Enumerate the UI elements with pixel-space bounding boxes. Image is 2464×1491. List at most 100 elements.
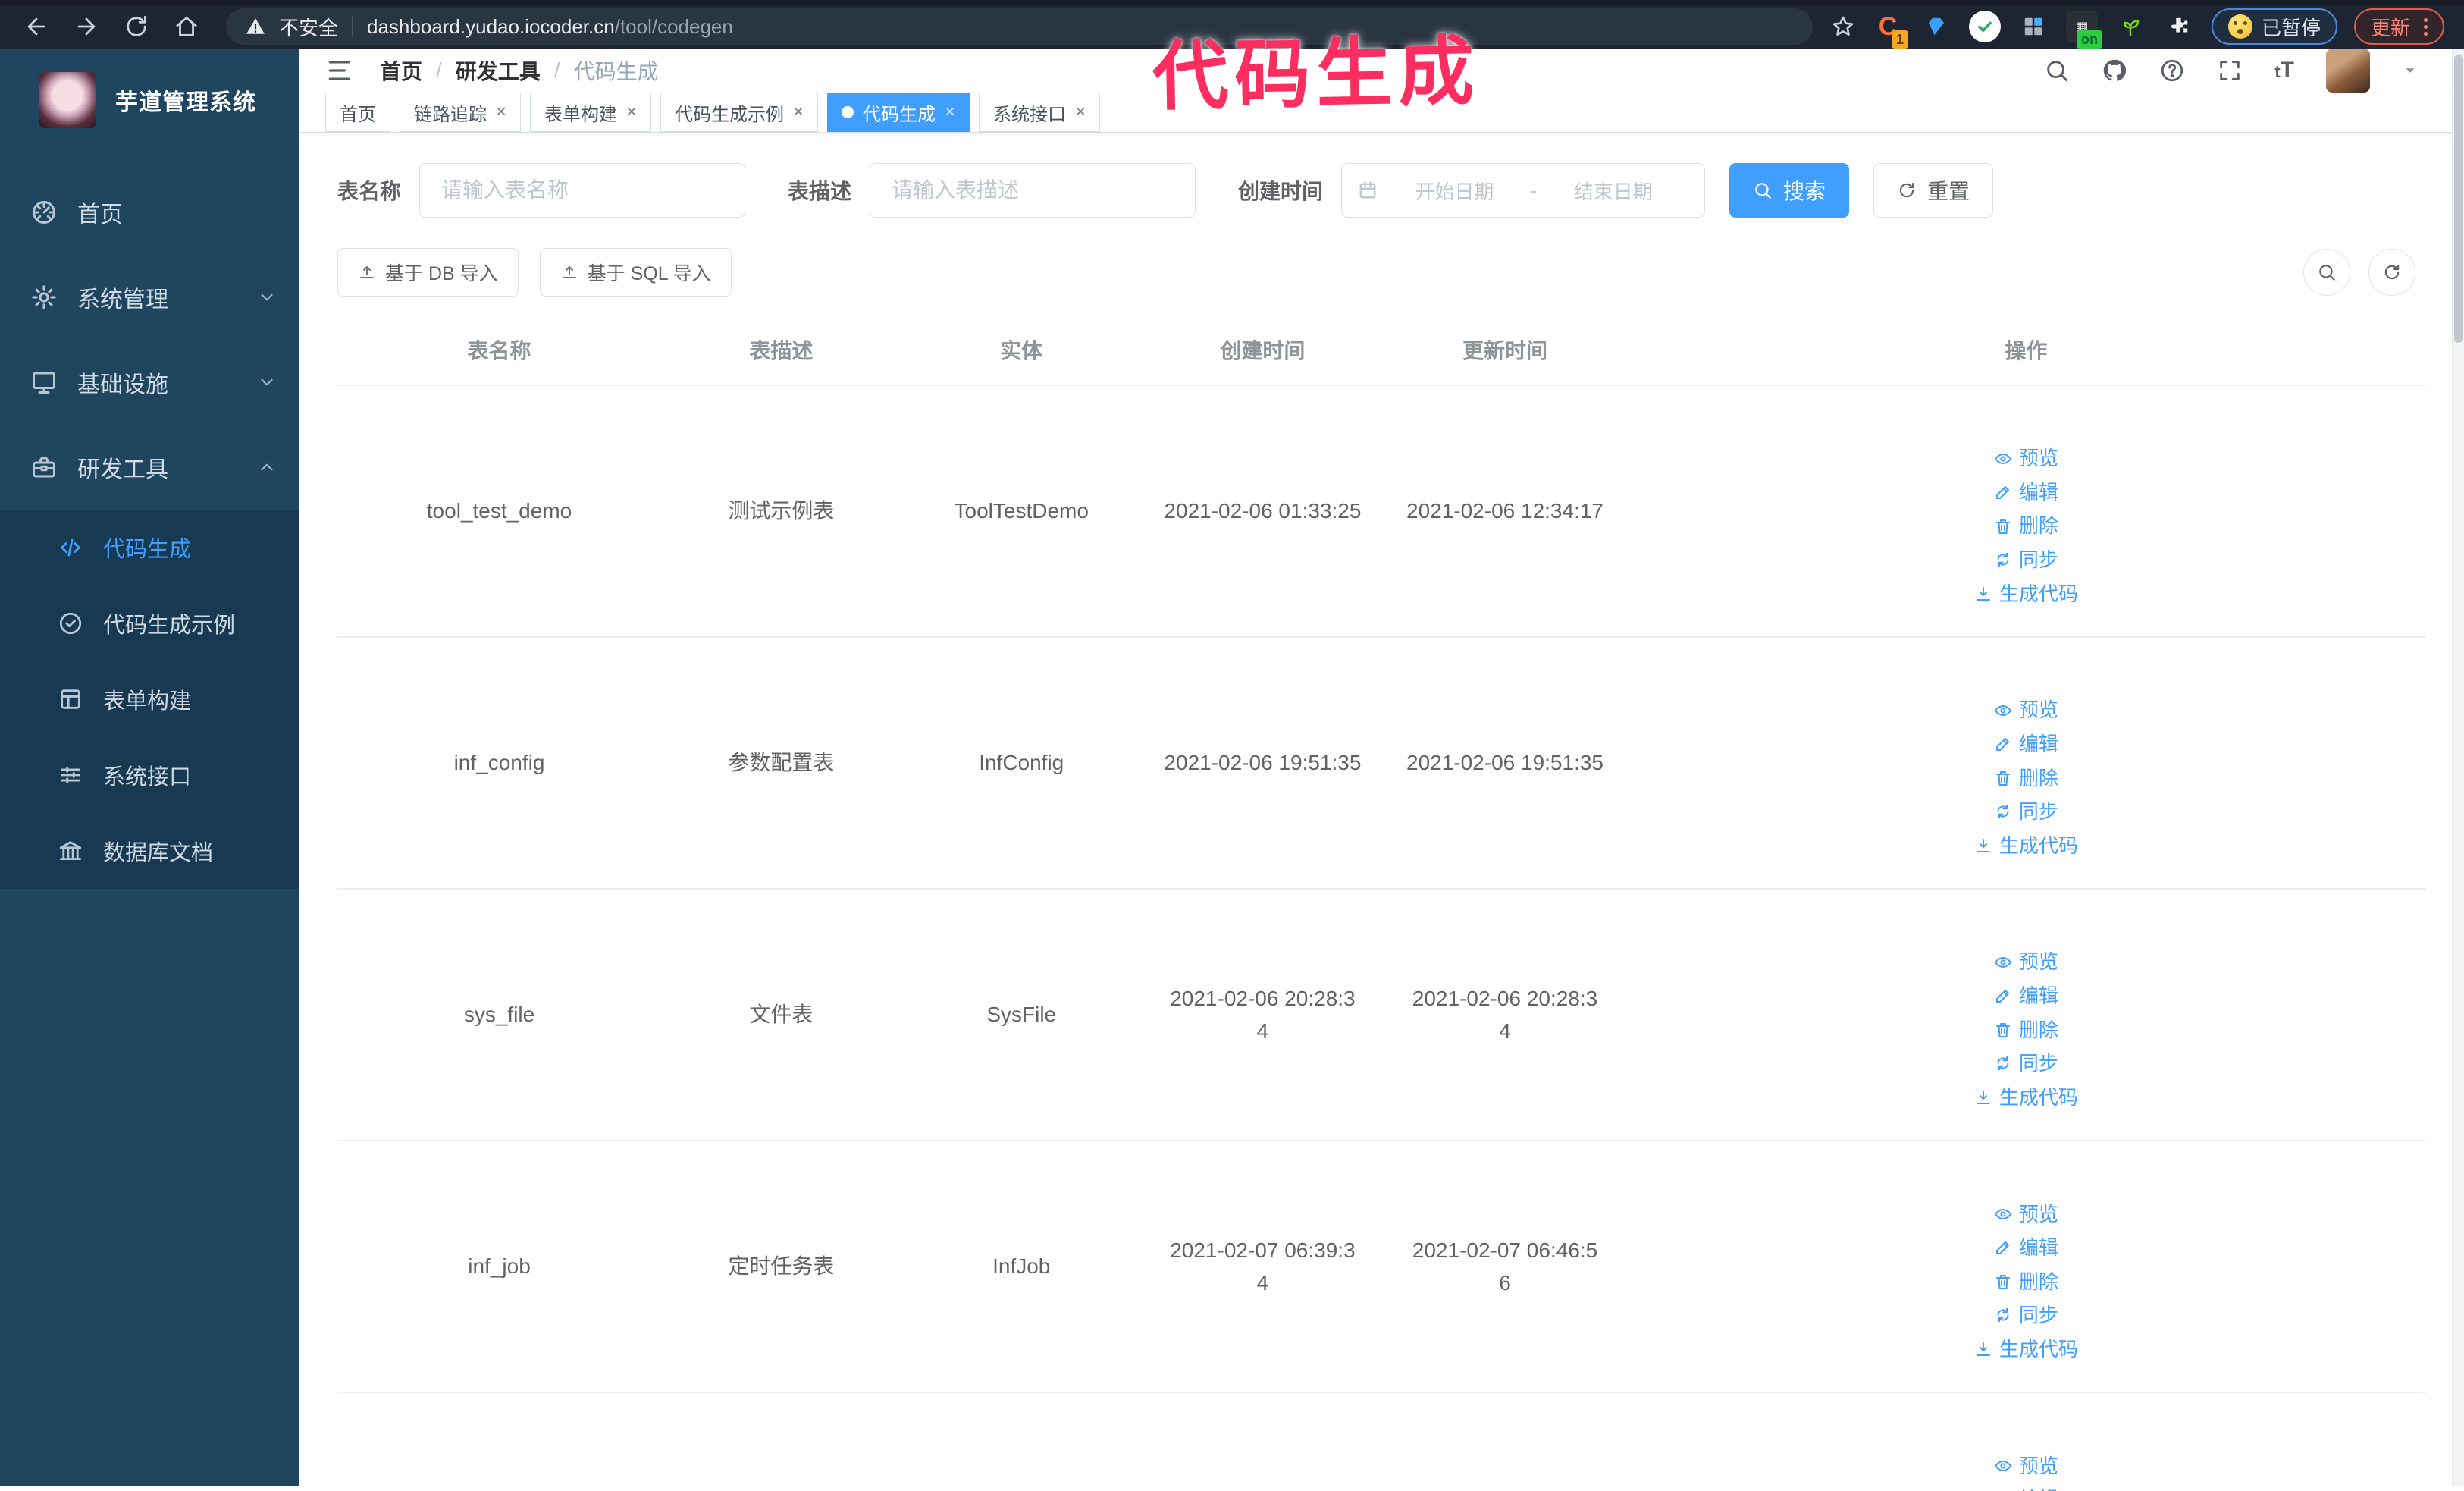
avatar[interactable]	[2326, 49, 2370, 93]
sidebar-subitem[interactable]: 代码生成	[0, 510, 299, 585]
sidebar-item[interactable]: 基础设施	[0, 340, 299, 425]
generate-code-link[interactable]: 生成代码	[1974, 1334, 2078, 1364]
sync-link[interactable]: 同步	[1994, 1048, 2058, 1078]
breadcrumb-home[interactable]: 首页	[380, 55, 422, 86]
omnibox-divider	[352, 16, 354, 37]
sync-link[interactable]: 同步	[1994, 796, 2058, 827]
app-logo[interactable]: 芋道管理系统	[0, 49, 299, 152]
delete-link[interactable]: 删除	[1994, 763, 2058, 793]
delete-link[interactable]: 删除	[1994, 1015, 2058, 1045]
refresh-table-button[interactable]	[2368, 249, 2415, 296]
grid-extension-icon[interactable]	[2017, 11, 2049, 42]
sidebar-subitem[interactable]: 数据库文档	[0, 813, 299, 889]
view-tab[interactable]: 表单构建 ×	[530, 93, 652, 132]
paused-badge[interactable]: 已暂停	[2211, 8, 2337, 45]
preview-link[interactable]: 预览	[1994, 1199, 2058, 1229]
end-date-placeholder[interactable]: 结束日期	[1537, 177, 1689, 205]
check-extension-icon[interactable]	[1968, 11, 2001, 42]
close-icon[interactable]: ×	[945, 103, 955, 121]
reload-icon[interactable]	[115, 5, 158, 48]
sidebar-subitem-label: 代码生成示例	[103, 614, 236, 638]
sidebar-subitem[interactable]: 表单构建	[0, 661, 299, 737]
avatar-caret-down-icon[interactable]	[2402, 62, 2419, 79]
import-sql-button[interactable]: 基于 SQL 导入	[539, 248, 732, 297]
forward-icon[interactable]	[65, 5, 108, 48]
sync-link[interactable]: 同步	[1994, 545, 2058, 575]
sidebar-item[interactable]: 首页	[0, 170, 299, 255]
c-extension-icon[interactable]: C1	[1872, 11, 1908, 49]
sidebar-subitem[interactable]: 代码生成示例	[0, 585, 299, 661]
kebab-menu-icon[interactable]	[2424, 17, 2428, 36]
edit-link[interactable]: 编辑	[1994, 1232, 2058, 1263]
preview-link[interactable]: 预览	[1994, 946, 2058, 977]
hamburger-icon[interactable]	[325, 56, 354, 85]
close-icon[interactable]: ×	[1075, 103, 1086, 121]
chevron-up-icon	[257, 457, 277, 477]
cell-entity: InfJobLog	[901, 1392, 1142, 1491]
cell-updated: 2021-02-06 20:28:3 4	[1384, 889, 1626, 1142]
sidebar-item[interactable]: 研发工具	[0, 425, 299, 510]
table-desc-input[interactable]	[870, 163, 1196, 218]
delete-link[interactable]: 删除	[1994, 1267, 2058, 1297]
edit-link[interactable]: 编辑	[1994, 981, 2058, 1011]
toggle-search-button[interactable]	[2303, 249, 2350, 296]
sidebar-subitem-label: 表单构建	[103, 689, 192, 714]
breadcrumb-devtools[interactable]: 研发工具	[456, 55, 541, 86]
on-extension-icon[interactable]: ▦ on	[2065, 11, 2102, 49]
sync-link[interactable]: 同步	[1994, 1300, 2058, 1330]
back-icon[interactable]	[15, 5, 58, 48]
fullscreen-icon[interactable]	[2217, 58, 2243, 83]
close-icon[interactable]: ×	[793, 103, 804, 121]
home-icon[interactable]	[165, 5, 208, 48]
help-icon[interactable]	[2159, 58, 2185, 83]
view-tab[interactable]: 系统接口 ×	[979, 93, 1101, 132]
cell-table-name: inf_job_log	[337, 1392, 662, 1491]
col-created: 创建时间	[1141, 315, 1384, 386]
close-icon[interactable]: ×	[496, 103, 506, 121]
scrollbar-thumb[interactable]	[2454, 55, 2463, 343]
green-extension-icon[interactable]	[2114, 11, 2146, 42]
delete-link[interactable]: 删除	[1994, 510, 2058, 541]
sidebar-subitem-icon	[55, 686, 86, 712]
view-tab[interactable]: 代码生成 ×	[827, 93, 970, 132]
search-icon[interactable]	[2044, 58, 2070, 83]
sidebar-subitem[interactable]: 系统接口	[0, 737, 299, 813]
codegen-table: 表名称 表描述 实体 创建时间 更新时间 操作 tool_test_demo 测…	[337, 315, 2426, 1491]
trash-icon	[1994, 1021, 2012, 1039]
edit-link[interactable]: 编辑	[1994, 729, 2058, 759]
font-size-icon[interactable]: tT	[2274, 58, 2294, 83]
sidebar-subitem-icon	[55, 611, 86, 636]
table-name-input[interactable]	[419, 163, 746, 218]
address-bar[interactable]: 不安全 dashboard.yudao.iocoder.cn/tool/code…	[226, 8, 1813, 45]
edit-link[interactable]: 编辑	[1994, 1484, 2058, 1491]
tab-label: 首页	[340, 104, 376, 125]
search-button[interactable]: 搜索	[1729, 163, 1850, 218]
view-tab[interactable]: 首页	[325, 93, 390, 132]
view-tab[interactable]: 链路追踪 ×	[400, 93, 522, 132]
cell-table-name: tool_test_demo	[337, 385, 662, 639]
generate-code-link[interactable]: 生成代码	[1974, 1082, 2078, 1113]
preview-link[interactable]: 预览	[1994, 695, 2058, 725]
start-date-placeholder[interactable]: 开始日期	[1378, 177, 1531, 205]
bookmark-star-icon[interactable]	[1831, 14, 1855, 39]
cell-entity: SysFile	[901, 889, 1142, 1142]
date-range-picker[interactable]: 开始日期 - 结束日期	[1341, 163, 1706, 218]
view-tab[interactable]: 代码生成示例 ×	[660, 93, 819, 132]
page-scrollbar[interactable]	[2452, 49, 2464, 1486]
generate-code-link[interactable]: 生成代码	[1974, 830, 2078, 861]
close-icon[interactable]: ×	[626, 103, 637, 121]
generate-code-link[interactable]: 生成代码	[1974, 579, 2078, 609]
tab-label: 代码生成示例	[675, 104, 785, 125]
gem-extension-icon[interactable]	[1920, 11, 1952, 42]
preview-link[interactable]: 预览	[1994, 443, 2058, 473]
reset-button[interactable]: 重置	[1873, 163, 1994, 218]
sidebar-item[interactable]: 系统管理	[0, 255, 299, 340]
preview-link[interactable]: 预览	[1994, 1451, 2058, 1481]
github-icon[interactable]	[2102, 58, 2127, 83]
import-db-button[interactable]: 基于 DB 导入	[337, 248, 519, 297]
update-button[interactable]: 更新	[2353, 8, 2444, 45]
extensions-puzzle-icon[interactable]	[2163, 11, 2195, 42]
refresh-icon	[1897, 180, 1917, 200]
tab-label: 表单构建	[544, 104, 618, 125]
edit-link[interactable]: 编辑	[1994, 477, 2058, 507]
